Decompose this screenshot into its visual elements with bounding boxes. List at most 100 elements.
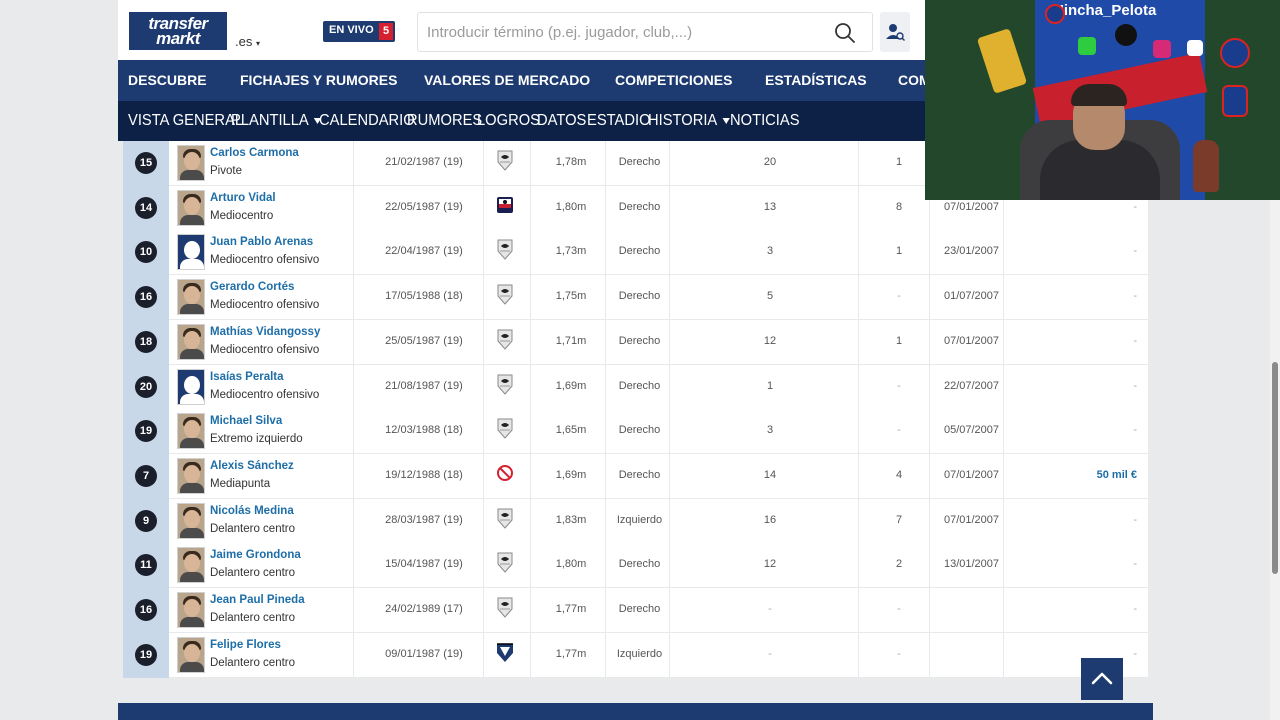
shirt-number-badge: 7 [135,464,157,487]
cell-dob: 22/05/1987 (19) [385,200,463,213]
cell-joined: 05/07/2007 [943,424,1000,437]
club-crest-icon[interactable] [496,551,514,574]
shirt-number-cell: 18 [123,319,169,365]
user-search-button[interactable] [880,12,910,52]
domain-selector[interactable]: .es ▾ [235,34,260,49]
column-divider [1003,588,1004,633]
subnav-estadio[interactable]: ESTADIO [587,112,651,130]
player-name-link[interactable]: Arturo Vidal [210,192,276,204]
cell-apps: 3 [766,424,774,437]
subnav-noticias[interactable]: NOTICIAS [730,112,800,130]
nav-valores-mercado[interactable]: VALORES DE MERCADO [424,72,590,88]
player-name-link[interactable]: Gerardo Cortés [210,281,294,293]
cell-apps: 5 [766,290,774,303]
club-crest-icon[interactable] [496,417,514,439]
subnav-calendario[interactable]: CALENDARIO [319,112,415,130]
club-crest-icon[interactable] [496,238,514,261]
table-row: 9 Nicolás Medina Delantero centro 28/03/198… [123,498,1148,544]
search-icon[interactable] [834,22,856,44]
nav-fichajes-rumores[interactable]: FICHAJES Y RUMORES [240,72,397,88]
transfermarkt-logo[interactable]: transfer markt [129,12,227,50]
column-divider [353,230,354,276]
club-crest-icon[interactable] [496,507,514,529]
subnav-vista-general[interactable]: VISTA GENERAL [128,112,243,130]
subnav-plantilla[interactable]: PLANTILLA [231,112,322,130]
nav-estadisticas[interactable]: ESTADÍSTICAS [765,72,867,88]
subnav-logros[interactable]: LOGROS [477,112,540,130]
scrollbar-thumb[interactable] [1272,362,1278,574]
player-photo[interactable] [177,189,205,226]
shirt-number-cell: 19 [123,409,169,455]
club-crest-icon[interactable] [496,462,514,484]
subnav-label: NOTICIAS [730,112,800,129]
photo-body [180,170,204,180]
club-crest-icon[interactable] [496,641,514,663]
market-value[interactable]: 50 mil € [1009,469,1137,481]
cell-apps: 13 [763,200,777,213]
nav-competiciones[interactable]: COMPETICIONES [615,72,732,88]
player-photo[interactable] [177,368,205,405]
column-divider [530,498,531,544]
player-photo[interactable] [177,636,205,673]
subnav-historia[interactable]: HISTORIA [648,112,731,130]
chevron-up-icon [1091,672,1113,685]
scroll-to-top-button[interactable] [1081,658,1123,700]
club-crest-icon[interactable] [496,149,514,171]
player-photo[interactable] [177,323,205,360]
column-divider [530,588,531,633]
shirt-number-badge: 11 [135,554,157,577]
player-photo[interactable] [177,547,205,584]
player-photo[interactable] [177,234,205,271]
player-photo[interactable] [177,592,205,628]
cell-dob: 17/05/1988 (18) [385,290,463,303]
live-count-badge: 5 [379,23,393,40]
figurine [1193,140,1219,192]
subnav-rumores[interactable]: RUMORES [407,112,482,130]
club-crest-icon[interactable] [496,328,514,350]
search-input[interactable] [427,21,827,43]
player-name-link[interactable]: Felipe Flores [210,639,281,651]
market-value: - [1133,424,1137,437]
player-name-link[interactable]: Alexis Sánchez [210,460,294,472]
table-row: 19 Felipe Flores Delantero centro 09/01/198… [123,632,1148,678]
player-photo[interactable] [177,145,205,181]
cell-foot: Izquierdo [616,647,663,660]
player-name-link[interactable]: Isaías Peralta [210,371,284,383]
player-name-link[interactable]: Jean Paul Pineda [210,594,305,606]
player-name-link[interactable]: Michael Silva [210,415,282,427]
club-crest-icon[interactable] [496,283,514,305]
column-divider [353,275,354,321]
cell-height: 1,80m [555,558,587,571]
cell-goals: - [897,424,901,437]
nav-descubre[interactable]: DESCUBRE [128,72,207,88]
cell-height: 1,78m [555,156,587,168]
table-row: 7 Alexis Sánchez Mediapunta 19/12/1988 (18)… [123,453,1148,499]
club-crest-icon[interactable] [496,373,514,395]
cell-apps: 1 [766,379,774,392]
player-photo[interactable] [177,413,205,450]
cell-height: 1,65m [555,424,587,437]
player-photo[interactable] [177,457,205,494]
live-button[interactable]: EN VIVO 5 [323,21,395,42]
cell-goals: 1 [895,156,903,168]
photo-face [184,286,200,305]
column-divider [530,543,531,589]
column-divider [530,319,531,365]
player-position: Extremo izquierdo [210,433,303,446]
cell-foot: Derecho [618,245,661,258]
subnav-datos[interactable]: DATOS [537,112,586,130]
player-name-link[interactable]: Jaime Grondona [210,549,301,561]
player-photo[interactable] [177,502,205,539]
club-crest-icon[interactable] [496,194,514,216]
player-photo[interactable] [177,279,205,316]
market-value: - [1133,334,1137,347]
club-crest-icon[interactable] [496,596,514,618]
squad-table: 15 Carlos Carmona Pivote 21/02/1987 (19) 1,7… [123,141,1148,678]
player-name-link[interactable]: Carlos Carmona [210,147,299,159]
market-value: - [1133,245,1137,258]
cell-joined: 07/01/2007 [943,334,1000,347]
player-name-link[interactable]: Nicolás Medina [210,505,294,517]
cell-apps: 3 [766,245,774,258]
player-name-link[interactable]: Juan Pablo Arenas [210,236,313,248]
player-name-link[interactable]: Mathías Vidangossy [210,326,320,338]
